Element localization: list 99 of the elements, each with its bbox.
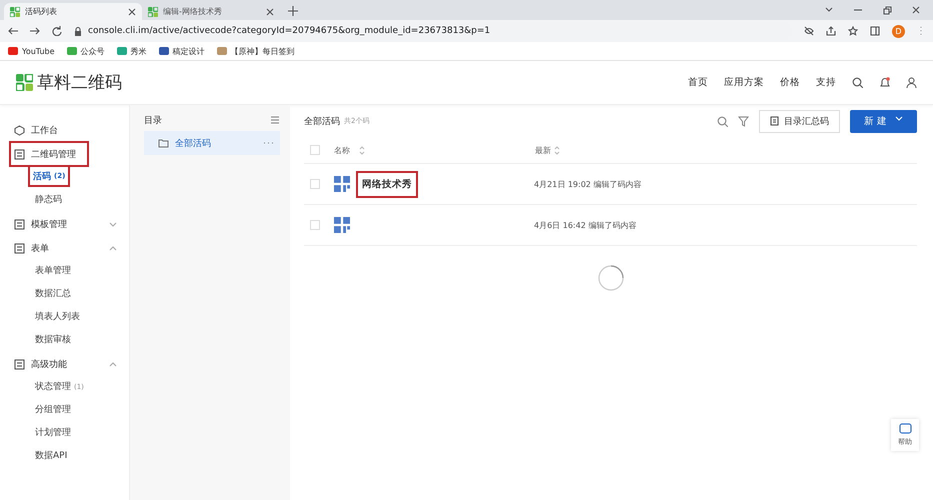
new-tab-icon[interactable]: [288, 6, 298, 16]
close-icon[interactable]: [128, 8, 136, 16]
subitem-label: 活码: [33, 170, 51, 182]
tab-title: 编辑-网络技术秀: [163, 6, 222, 17]
dropdown-icon[interactable]: [825, 6, 834, 14]
close-icon[interactable]: [912, 6, 921, 14]
sidebar-group[interactable]: 表单: [0, 237, 129, 259]
sidebar-group[interactable]: 高级功能: [0, 353, 129, 375]
summary-button[interactable]: 目录汇总码: [758, 110, 840, 132]
group-label: 二维码管理: [31, 148, 76, 160]
subitem-label: 静态码: [35, 194, 62, 206]
sidebar-subitem[interactable]: 静态码: [0, 188, 129, 211]
sidebar-item[interactable]: 工作台: [0, 119, 129, 141]
search-icon[interactable]: [716, 116, 728, 126]
updated-text: 4月6日 16:42 编辑了码内容: [534, 220, 636, 230]
logo-text: 草料二维码: [37, 72, 122, 94]
nav-link[interactable]: 首页: [688, 76, 708, 89]
sidebar-subitem[interactable]: 填表人列表: [0, 305, 129, 328]
updated-text: 4月21日 19:02 编辑了码内容: [534, 178, 642, 190]
checkbox[interactable]: [310, 145, 320, 155]
chevron-up-icon: [109, 360, 117, 368]
folder-item[interactable]: 全部活码: [144, 131, 280, 155]
subitem-label: 分组管理: [35, 404, 71, 416]
caret-icon: [895, 114, 903, 122]
column-header[interactable]: 名称: [334, 144, 350, 156]
forward-icon[interactable]: [30, 26, 40, 36]
filter-icon[interactable]: [738, 116, 749, 126]
subitem-label: 数据汇总: [35, 288, 71, 300]
sidebar-group[interactable]: 二维码管理: [11, 143, 87, 165]
bookmark-icon: [66, 46, 77, 56]
nav-link[interactable]: 支持: [816, 76, 836, 89]
grid-icon: [14, 218, 25, 230]
tab-title: 活码列表: [25, 6, 57, 17]
close-icon[interactable]: [266, 8, 274, 16]
group-label: 表单: [31, 242, 49, 254]
qr-code-icon: [334, 217, 350, 233]
nav-link[interactable]: 价格: [780, 76, 800, 89]
lock-icon: [74, 26, 82, 36]
help-icon: [898, 423, 912, 435]
subitem-label: 状态管理: [35, 380, 71, 393]
grid-icon: [14, 242, 25, 254]
sidebar-subitem[interactable]: 数据汇总: [0, 282, 129, 305]
folder-icon: [158, 138, 169, 148]
nav-link[interactable]: 应用方案: [724, 76, 764, 89]
browser-tab[interactable]: 活码列表: [4, 3, 142, 20]
bookmark[interactable]: 公众号: [66, 46, 105, 56]
qr-code-icon: [10, 6, 20, 16]
bookmark[interactable]: YouTube: [8, 46, 55, 56]
bell-icon[interactable]: [879, 77, 890, 88]
checkbox[interactable]: [310, 220, 320, 230]
column-header[interactable]: 最新: [535, 144, 551, 156]
sidebar-subitem[interactable]: 分组管理: [0, 398, 129, 421]
sidebar-subitem[interactable]: 计划管理: [0, 421, 129, 444]
sidebar-subitem[interactable]: 数据审核: [0, 328, 129, 351]
subitem-label: 填表人列表: [35, 310, 80, 323]
chevron-up-icon: [109, 244, 117, 252]
code-name[interactable]: 网络技术秀: [356, 170, 418, 198]
group-label: 模板管理: [31, 218, 67, 230]
loading-spinner-icon: [596, 264, 624, 292]
bookmark[interactable]: 稿定设计: [158, 46, 205, 56]
group-label: 高级功能: [31, 358, 67, 370]
sidebar-subitem[interactable]: 数据API: [0, 444, 129, 467]
folder-label: 全部活码: [175, 138, 211, 150]
qr-code-icon: [148, 6, 158, 16]
list-title: 全部活码: [304, 116, 340, 128]
share-icon[interactable]: [826, 26, 836, 36]
bookmark[interactable]: 【原神】每日签到: [216, 46, 295, 56]
bookmark-icon: [216, 46, 227, 56]
qr-code-icon: [334, 176, 350, 192]
logo-icon: [16, 74, 33, 91]
url-text: console.cli.im/active/activecode?categoryId=20794675&org_module_id=23673813&p=1: [88, 26, 490, 36]
reload-icon[interactable]: [52, 26, 62, 36]
subitem-label: 数据审核: [35, 334, 71, 346]
sidebar-group[interactable]: 模板管理: [0, 213, 129, 235]
checkbox[interactable]: [310, 179, 320, 189]
cube-icon: [14, 124, 25, 136]
search-icon[interactable]: [852, 77, 863, 88]
subitem-label: 表单管理: [35, 264, 71, 277]
grid-icon: [14, 358, 25, 370]
subitem-label: 计划管理: [35, 426, 71, 439]
subitem-label: 数据API: [35, 450, 68, 462]
panel-title: 目录: [144, 114, 162, 126]
sidebar-subitem[interactable]: 表单管理: [0, 259, 129, 282]
bookmark-icon: [8, 46, 18, 56]
menu-icon[interactable]: [270, 115, 280, 125]
new-button[interactable]: 新 建: [850, 110, 917, 132]
sidebar-icon[interactable]: [870, 26, 880, 36]
bookmark-icon: [116, 46, 127, 56]
user-icon[interactable]: [906, 77, 917, 88]
eye-off-icon[interactable]: [804, 26, 814, 36]
browser-tab[interactable]: 编辑-网络技术秀: [142, 3, 280, 20]
star-icon[interactable]: [848, 26, 858, 36]
grid-icon: [14, 148, 25, 160]
back-icon[interactable]: [8, 26, 18, 36]
bookmark-icon: [158, 46, 169, 56]
bookmark[interactable]: 秀米: [116, 46, 147, 56]
chevron-down-icon: [109, 220, 117, 228]
list-icon: [770, 116, 779, 126]
restore-icon[interactable]: [883, 6, 892, 14]
